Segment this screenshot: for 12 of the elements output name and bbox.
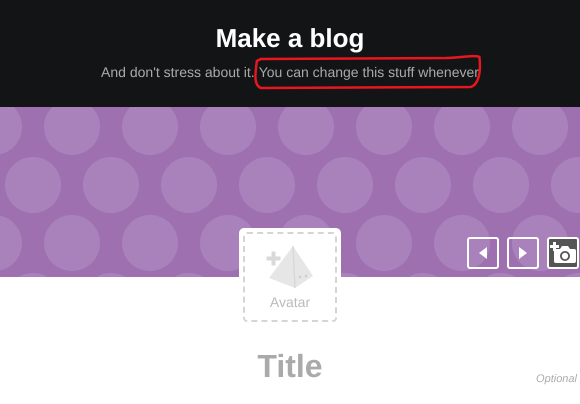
camera-plus-icon	[550, 241, 576, 265]
avatar-upload[interactable]: Avatar	[243, 232, 337, 322]
page-title: Make a blog	[216, 23, 364, 53]
previous-button[interactable]	[467, 237, 499, 269]
subtitle: And don't stress about it.	[101, 63, 255, 81]
right-triangle-icon	[519, 247, 527, 259]
left-triangle-icon	[479, 247, 487, 259]
optional-note: Optional	[536, 373, 577, 385]
next-button[interactable]	[507, 237, 539, 269]
title-field[interactable]: Title	[190, 347, 390, 385]
add-photo-button[interactable]	[547, 237, 579, 269]
pyramid-plus-icon	[265, 244, 315, 290]
